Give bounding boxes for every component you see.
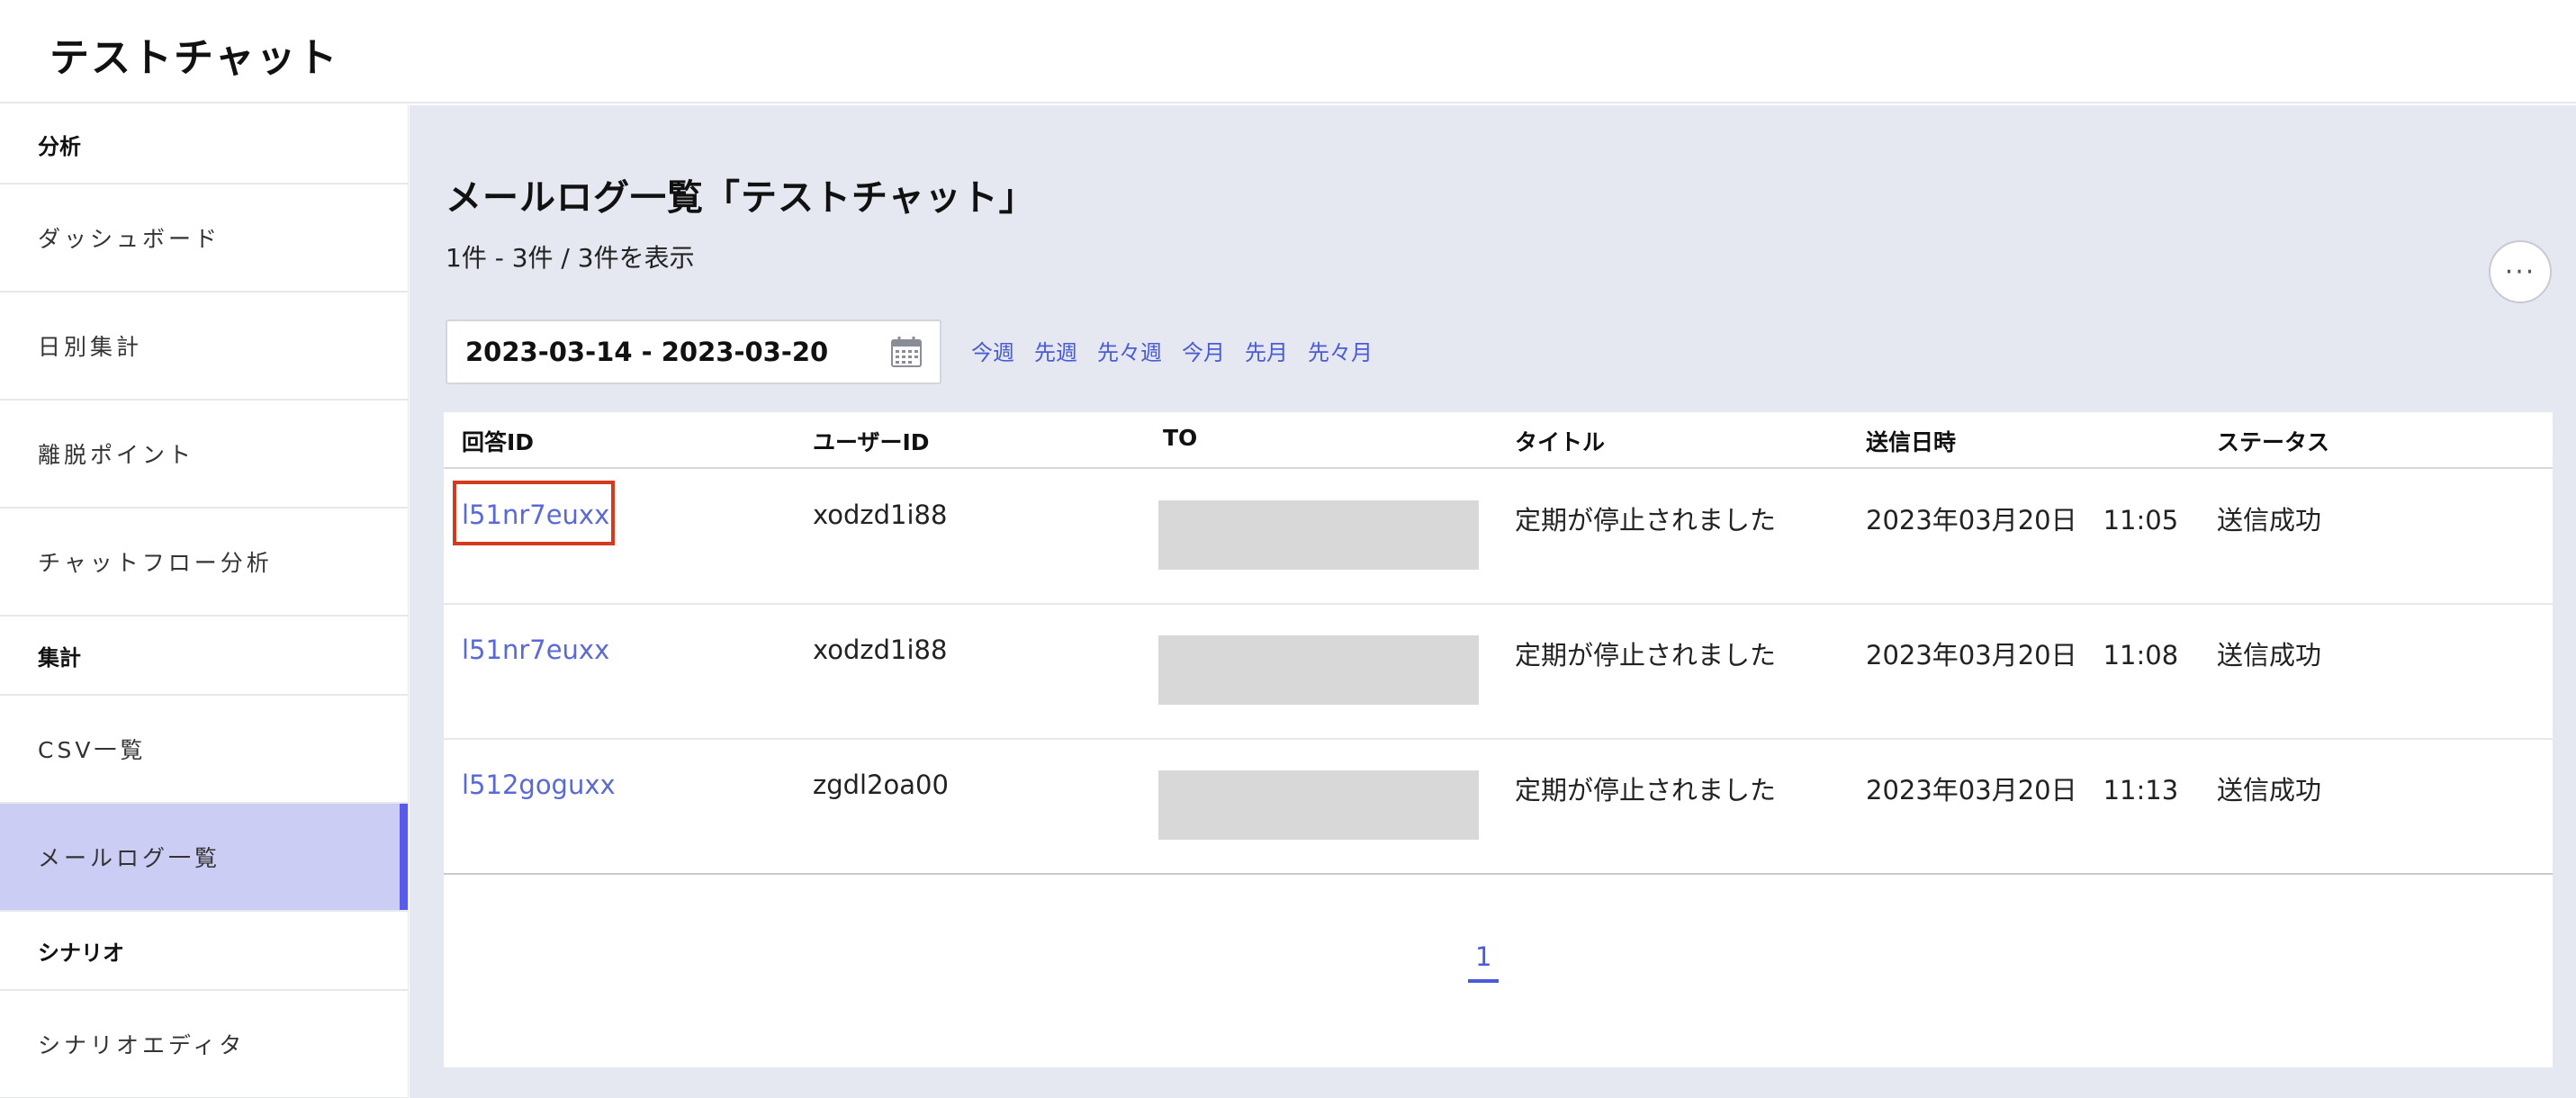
to-redacted-cell [1158,770,1479,840]
pagination-page-1[interactable]: 1 [1468,941,1500,983]
column-header-title: タイトル [1515,429,1606,455]
column-header-user-id: ユーザーID [813,429,930,455]
user-id-cell: zgdl2oa00 [813,770,949,800]
date-range-value: 2023-03-14 - 2023-03-20 [465,337,829,367]
page-title: メールログ一覧「テストチャット」 [446,177,1036,219]
sidebar-item-dropoff-points[interactable]: 離脱ポイント [0,400,408,508]
answer-id-link[interactable]: l51nr7euxx [462,634,609,665]
column-header-answer-id: 回答ID [462,429,535,455]
date-range-picker[interactable]: 2023-03-14 - 2023-03-20 [446,320,941,384]
sent-at-cell: 2023年03月20日 11:05 [1866,505,2179,536]
quick-link-last-week[interactable]: 先週 [1034,335,1077,366]
table-row: l512goguxx zgdl2oa00 定期が停止されました 2023年03月… [444,740,2553,875]
title-cell: 定期が停止されました [1515,505,1777,536]
sidebar-item-csv-list[interactable]: CSV一覧 [0,696,408,804]
status-cell: 送信成功 [2217,505,2322,536]
column-header-sent-at: 送信日時 [1866,429,1957,455]
mail-log-table: 回答ID ユーザーID TO タイトル 送信日時 ステータス l51nr7eux… [444,412,2553,1067]
sidebar-item-dashboard[interactable]: ダッシュボード [0,184,408,292]
table-header: 回答ID ユーザーID TO タイトル 送信日時 ステータス [444,412,2553,469]
table-row: l51nr7euxx xodzd1i88 定期が停止されました 2023年03月… [444,470,2553,605]
status-cell: 送信成功 [2217,640,2322,670]
sidebar-item-scenario-editor[interactable]: シナリオエディタ [0,991,408,1098]
sidebar-section-analysis: 分析 [0,105,408,184]
sidebar-item-daily-summary[interactable]: 日別集計 [0,292,408,400]
answer-id-link[interactable]: l51nr7euxx [462,500,609,530]
sidebar-item-mail-log-list[interactable]: メールログ一覧 [0,804,408,912]
app-header: テストチャット [0,0,2576,104]
app-title: テストチャット [50,35,339,81]
sidebar-item-chatflow-analysis[interactable]: チャットフロー分析 [0,508,408,616]
ellipsis-icon: ··· [2504,256,2536,288]
sidebar: 分析 ダッシュボード 日別集計 離脱ポイント チャットフロー分析 集計 CSV一… [0,105,409,1098]
user-id-cell: xodzd1i88 [813,634,948,665]
quick-link-this-month[interactable]: 今月 [1182,335,1225,366]
calendar-icon [891,337,922,367]
result-count: 1件 - 3件 / 3件を表示 [446,243,695,273]
answer-id-link[interactable]: l512goguxx [462,770,616,800]
title-cell: 定期が停止されました [1515,640,1777,670]
to-redacted-cell [1158,635,1479,705]
to-redacted-cell [1158,500,1479,570]
more-options-button[interactable]: ··· [2489,240,2552,303]
date-quick-links: 今週 先週 先々週 今月 先月 先々月 [971,335,1373,366]
table-row: l51nr7euxx xodzd1i88 定期が停止されました 2023年03月… [444,605,2553,740]
title-cell: 定期が停止されました [1515,775,1777,806]
sidebar-section-scenario: シナリオ [0,912,408,991]
sent-at-cell: 2023年03月20日 11:13 [1866,775,2179,806]
column-header-status: ステータス [2217,429,2330,455]
quick-link-two-months-ago[interactable]: 先々月 [1308,335,1373,366]
user-id-cell: xodzd1i88 [813,500,948,530]
quick-link-two-weeks-ago[interactable]: 先々週 [1097,335,1162,366]
sent-at-cell: 2023年03月20日 11:08 [1866,640,2179,670]
quick-link-last-month[interactable]: 先月 [1245,335,1288,366]
quick-link-this-week[interactable]: 今週 [971,335,1014,366]
sidebar-section-aggregation: 集計 [0,616,408,696]
column-header-to: TO [1163,425,1198,451]
main-content: メールログ一覧「テストチャット」 1件 - 3件 / 3件を表示 ··· 202… [410,105,2576,1098]
status-cell: 送信成功 [2217,775,2322,806]
